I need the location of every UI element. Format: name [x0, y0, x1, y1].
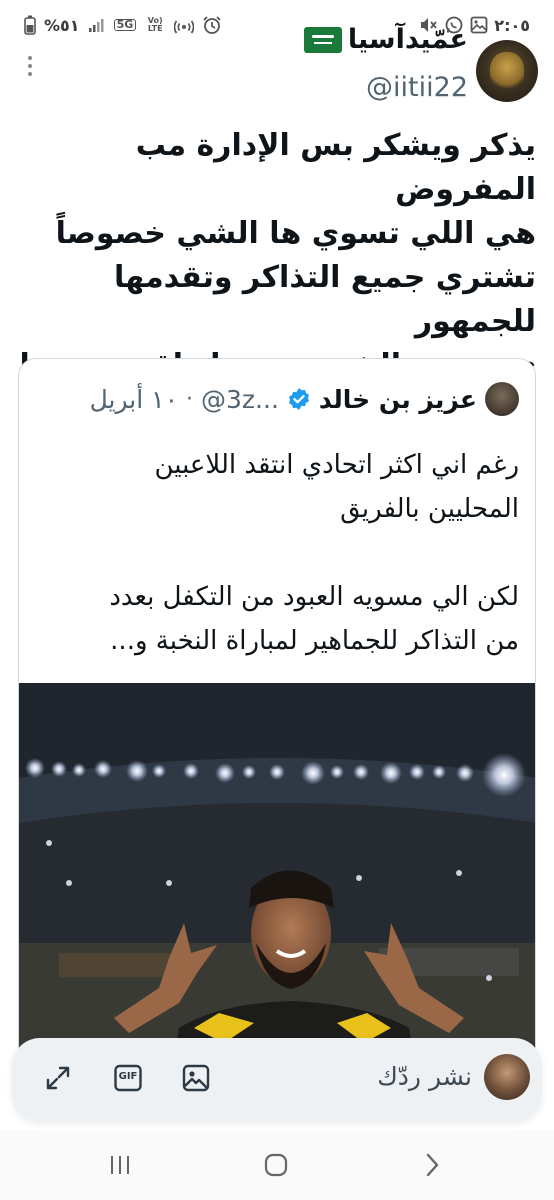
system-nav-bar: [0, 1130, 554, 1200]
gif-icon[interactable]: GIF: [110, 1060, 146, 1096]
status-bar-left: %٥١ 5G Vo) LTE: [24, 12, 222, 38]
quoted-display-name: عزيز بن خالد: [318, 384, 477, 414]
quoted-date: ١٠ أبريل: [89, 384, 179, 414]
status-time: ٢:٠٥: [494, 15, 530, 35]
hotspot-icon: [174, 15, 195, 35]
volte-label: Vo) LTE: [147, 16, 163, 33]
avatar[interactable]: [476, 40, 538, 102]
quoted-avatar: [485, 382, 519, 416]
network-label: 5G: [113, 19, 137, 31]
quoted-handle: @3z...: [201, 384, 279, 414]
quoted-tweet-text: رغم اني اكثر اتحادي انتقد اللاعبين المحل…: [109, 450, 519, 656]
image-icon[interactable]: [178, 1060, 214, 1096]
battery-percent: %٥١: [44, 15, 80, 35]
quoted-tweet-photo[interactable]: [19, 683, 535, 1077]
user-handle[interactable]: @iitii22: [366, 72, 468, 103]
recents-icon[interactable]: [100, 1148, 140, 1182]
composer-avatar: [484, 1054, 530, 1100]
quoted-tweet-header: عزيز بن خالد @3z... · ١٠ أبريل: [90, 381, 519, 417]
quoted-separator: ·: [186, 386, 194, 412]
saudi-flag-icon: [303, 26, 342, 53]
verified-badge-icon: [287, 387, 311, 411]
reply-placeholder[interactable]: نشر ردّك: [377, 1062, 472, 1091]
author-row: عمّيدآسيا: [303, 24, 468, 55]
home-icon[interactable]: [256, 1148, 296, 1182]
image-icon: [470, 16, 488, 34]
signal-icon: [88, 17, 106, 33]
gif-label: GIF: [118, 1071, 138, 1082]
back-icon[interactable]: [412, 1148, 452, 1182]
alarm-icon: [202, 15, 222, 35]
quoted-tweet-card[interactable]: عزيز بن خالد @3z... · ١٠ أبريل رغم اني ا…: [18, 358, 536, 1078]
more-options-icon[interactable]: [25, 54, 35, 76]
status-bar: %٥١ 5G Vo) LTE ٢:٠٥: [0, 0, 554, 48]
battery-icon: [24, 15, 36, 35]
expand-icon[interactable]: [40, 1060, 76, 1096]
reply-composer[interactable]: نشر ردّك GIF: [12, 1038, 542, 1122]
stadium-photo: [19, 683, 535, 1077]
display-name[interactable]: عمّيدآسيا: [348, 24, 468, 55]
